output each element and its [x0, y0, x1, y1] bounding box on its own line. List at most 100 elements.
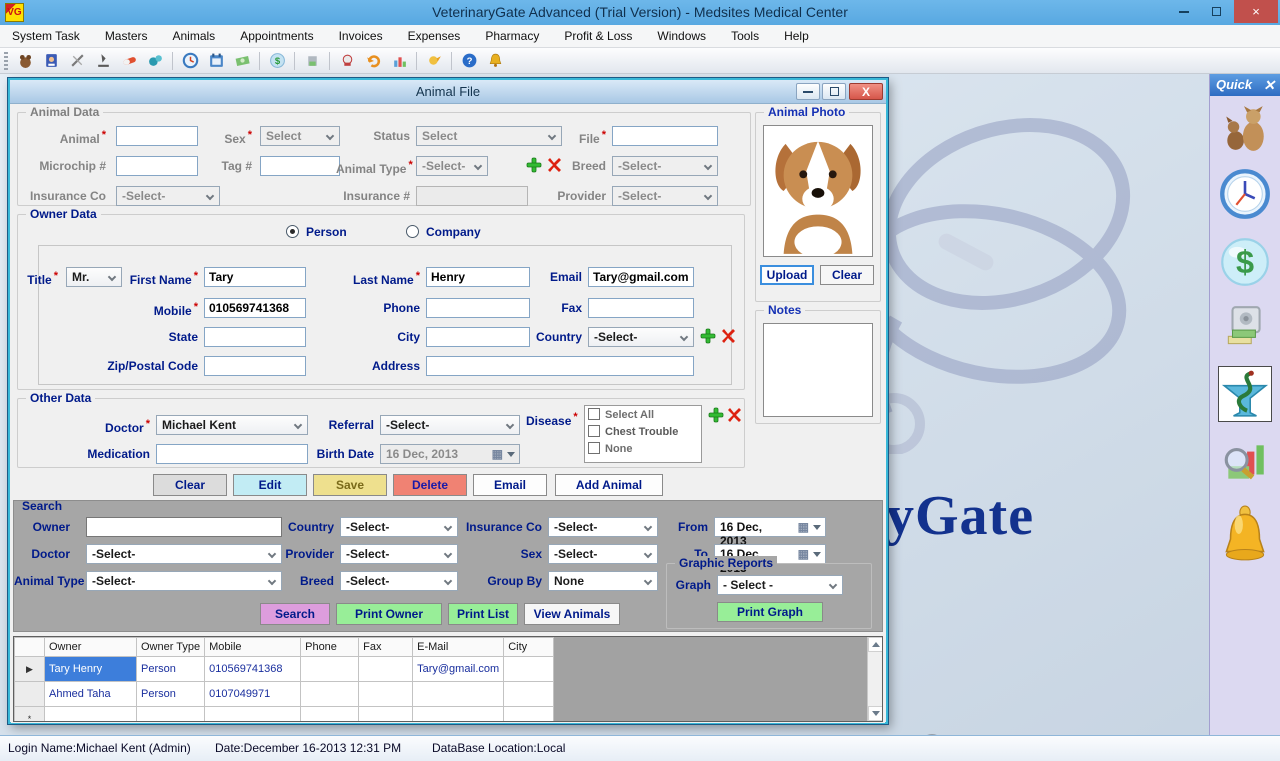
- phone-input[interactable]: [426, 298, 530, 318]
- photo-clear-button[interactable]: Clear: [820, 265, 874, 285]
- owners-icon[interactable]: [40, 51, 62, 71]
- finance-icon[interactable]: $: [266, 51, 288, 71]
- dialog-minimize-button[interactable]: [796, 83, 820, 100]
- view-animals-button[interactable]: View Animals: [524, 603, 620, 625]
- table-row[interactable]: *: [15, 707, 554, 723]
- bell-icon[interactable]: [484, 51, 506, 71]
- lab-icon[interactable]: [92, 51, 114, 71]
- cell-mobile[interactable]: 010569741368: [205, 657, 301, 682]
- print-graph-button[interactable]: Print Graph: [717, 602, 823, 622]
- help-icon[interactable]: ?: [458, 51, 480, 71]
- quick-close-icon[interactable]: ✕: [1263, 74, 1275, 96]
- print-list-button[interactable]: Print List: [448, 603, 518, 625]
- upload-button[interactable]: Upload: [760, 265, 814, 285]
- quick-cash-icon[interactable]: [1218, 302, 1272, 354]
- notes-textarea[interactable]: [763, 323, 873, 417]
- mobile-input[interactable]: [204, 298, 306, 318]
- clock-icon[interactable]: [179, 51, 201, 71]
- status-select[interactable]: Select: [416, 126, 562, 146]
- grid-col-mobile[interactable]: Mobile: [205, 638, 301, 657]
- menu-windows[interactable]: Windows: [657, 29, 706, 43]
- owners-table[interactable]: Owner Owner Type Mobile Phone Fax E-Mail…: [14, 637, 554, 722]
- menu-appointments[interactable]: Appointments: [240, 29, 313, 43]
- sex-select[interactable]: Select: [260, 126, 340, 146]
- insurance-no-input[interactable]: [416, 186, 528, 206]
- quick-appointments-icon[interactable]: [1218, 166, 1272, 222]
- cell-owner-type[interactable]: [137, 707, 205, 723]
- company-radio[interactable]: [406, 225, 419, 238]
- birth-date-picker[interactable]: 16 Dec, 2013: [380, 444, 520, 464]
- row-selector[interactable]: *: [15, 707, 45, 723]
- search-provider-select[interactable]: -Select-: [340, 544, 458, 564]
- print-owner-button[interactable]: Print Owner: [336, 603, 442, 625]
- quick-reports-icon[interactable]: [1218, 434, 1272, 490]
- cell-phone[interactable]: [301, 707, 359, 723]
- city-input[interactable]: [426, 327, 530, 347]
- grid-col-fax[interactable]: Fax: [359, 638, 413, 657]
- grid-col-phone[interactable]: Phone: [301, 638, 359, 657]
- checkbox-icon[interactable]: [588, 442, 600, 454]
- add-animal-type-icon[interactable]: [526, 157, 542, 173]
- search-country-select[interactable]: -Select-: [340, 517, 458, 537]
- add-animal-button[interactable]: Add Animal: [555, 474, 663, 496]
- close-button[interactable]: ×: [1234, 0, 1278, 23]
- zip-input[interactable]: [204, 356, 306, 376]
- breed-select[interactable]: -Select-: [612, 156, 718, 176]
- cell-email[interactable]: [413, 682, 504, 707]
- cell-email[interactable]: Tary@gmail.com: [413, 657, 504, 682]
- menu-tools[interactable]: Tools: [731, 29, 759, 43]
- payments-icon[interactable]: [231, 51, 253, 71]
- provider-select[interactable]: -Select-: [612, 186, 718, 206]
- checkbox-icon[interactable]: [588, 408, 600, 420]
- grooming-icon[interactable]: [66, 51, 88, 71]
- cell-city[interactable]: [504, 657, 554, 682]
- menu-masters[interactable]: Masters: [105, 29, 148, 43]
- address-input[interactable]: [426, 356, 694, 376]
- menu-invoices[interactable]: Invoices: [339, 29, 383, 43]
- search-sex-select[interactable]: -Select-: [548, 544, 658, 564]
- medication-icon[interactable]: [118, 51, 140, 71]
- delete-disease-icon[interactable]: [726, 407, 742, 423]
- search-owner-input[interactable]: [86, 517, 282, 537]
- last-name-input[interactable]: [426, 267, 530, 287]
- disease-option[interactable]: Select All: [585, 406, 701, 423]
- file-input[interactable]: [612, 126, 718, 146]
- menu-pharmacy[interactable]: Pharmacy: [485, 29, 539, 43]
- insurance-co-select[interactable]: -Select-: [116, 186, 220, 206]
- cell-city[interactable]: [504, 707, 554, 723]
- delete-animal-type-icon[interactable]: [546, 157, 562, 173]
- cell-fax[interactable]: [359, 707, 413, 723]
- person-radio[interactable]: [286, 225, 299, 238]
- quick-animals-icon[interactable]: [1218, 100, 1272, 156]
- search-group-by-select[interactable]: None: [548, 571, 658, 591]
- search-animal-type-select[interactable]: -Select-: [86, 571, 282, 591]
- state-input[interactable]: [204, 327, 306, 347]
- cell-phone[interactable]: [301, 657, 359, 682]
- dialog-close-button[interactable]: X: [849, 83, 883, 100]
- quick-invoices-icon[interactable]: $: [1218, 234, 1272, 290]
- cell-phone[interactable]: [301, 682, 359, 707]
- grid-col-owner-type[interactable]: Owner Type: [137, 638, 205, 657]
- medication-input[interactable]: [156, 444, 308, 464]
- edit-button[interactable]: Edit: [233, 474, 307, 496]
- search-breed-select[interactable]: -Select-: [340, 571, 458, 591]
- animal-types-icon[interactable]: [144, 51, 166, 71]
- scroll-down-button[interactable]: [868, 706, 883, 721]
- cell-city[interactable]: [504, 682, 554, 707]
- animal-type-select[interactable]: -Select-: [416, 156, 488, 176]
- grid-col-city[interactable]: City: [504, 638, 554, 657]
- disease-option[interactable]: Chest Trouble: [585, 423, 701, 440]
- minimize-button[interactable]: [1170, 0, 1198, 23]
- search-doctor-select[interactable]: -Select-: [86, 544, 282, 564]
- scroll-up-button[interactable]: [868, 637, 883, 652]
- quick-reminders-icon[interactable]: [1218, 502, 1272, 566]
- disease-checklist[interactable]: Select All Chest Trouble None: [584, 405, 702, 463]
- add-country-icon[interactable]: [700, 328, 716, 344]
- email-input[interactable]: [588, 267, 694, 287]
- cell-owner-type[interactable]: Person: [137, 682, 205, 707]
- animal-input[interactable]: [116, 126, 198, 146]
- save-button[interactable]: Save: [313, 474, 387, 496]
- microchip-input[interactable]: [116, 156, 198, 176]
- tag-input[interactable]: [260, 156, 340, 176]
- cell-mobile[interactable]: 0107049971: [205, 682, 301, 707]
